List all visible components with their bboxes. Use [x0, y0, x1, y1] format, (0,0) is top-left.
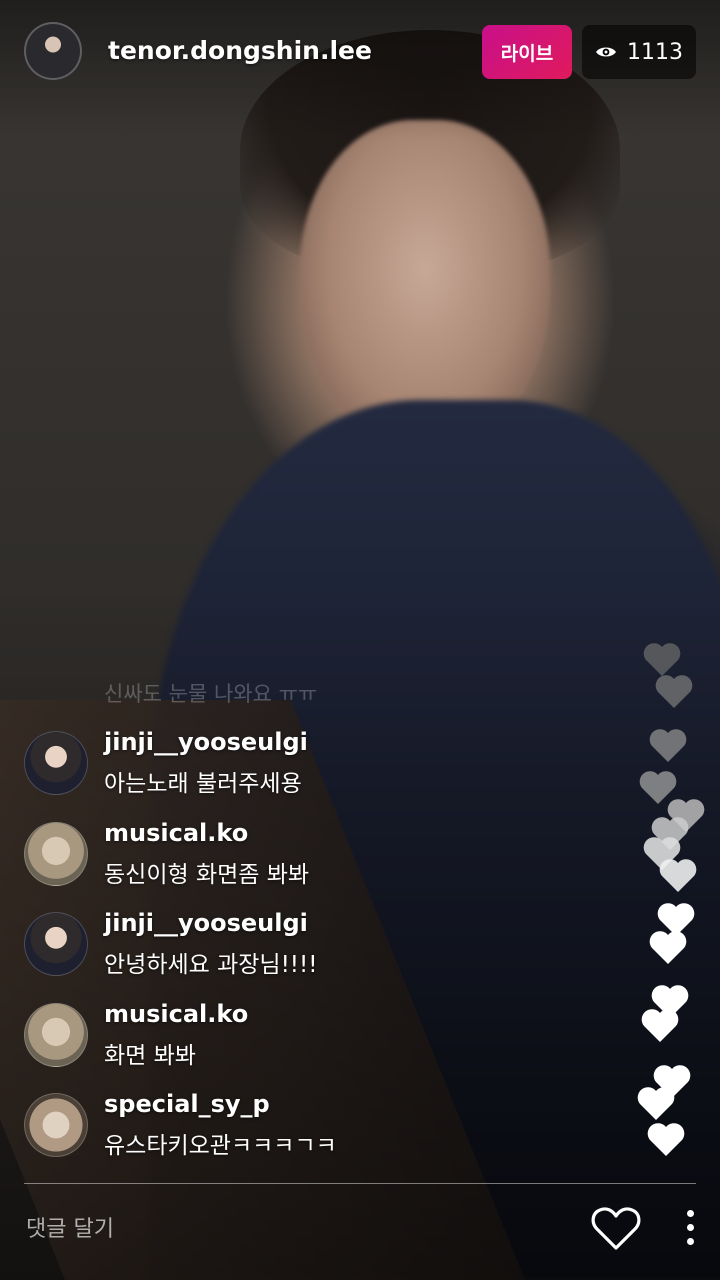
live-badge: 라이브: [482, 25, 572, 79]
viewer-count: 1113: [627, 39, 683, 65]
commenter-avatar[interactable]: [24, 1093, 88, 1157]
comment-username[interactable]: musical.ko: [104, 819, 248, 847]
heart-icon: [637, 1087, 675, 1120]
heart-icon: [641, 1009, 679, 1042]
heart-icon: [659, 859, 697, 892]
viewer-count-badge[interactable]: 1113: [582, 25, 696, 79]
heart-icon: [647, 1123, 685, 1156]
comment-username[interactable]: jinji__yooseulgi: [104, 728, 308, 756]
live-header: tenor.dongshin.lee 라이브 1113: [0, 0, 720, 110]
heart-icon: [655, 675, 693, 708]
comment-text: 안녕하세요 과장님!!!!: [104, 952, 318, 978]
commenter-avatar[interactable]: [24, 1002, 88, 1067]
more-dot: [687, 1224, 694, 1231]
eye-icon: [596, 47, 616, 57]
heart-icon: [649, 729, 687, 762]
comment-item: special_sy_p 유스타키오관ㅋㅋㅋㄱㅋ: [24, 1090, 444, 1181]
commenter-avatar[interactable]: [24, 731, 88, 795]
commenter-avatar[interactable]: [24, 912, 88, 976]
comment-username[interactable]: jinji__yooseulgi: [104, 909, 308, 937]
comment-username[interactable]: musical.ko: [104, 1000, 248, 1028]
more-dot: [687, 1238, 694, 1245]
comment-item: jinji__yooseulgi 아는노래 불러주세용: [24, 728, 444, 819]
bottom-divider: [24, 1183, 696, 1184]
comment-input[interactable]: [24, 1200, 528, 1258]
commenter-avatar[interactable]: [24, 821, 88, 886]
heart-icon: [649, 931, 687, 964]
heart-icon: [643, 643, 681, 676]
comment-text: 동신이형 화면좀 봐봐: [104, 861, 310, 888]
comment-text: 화면 봐봐: [104, 1042, 196, 1069]
comment-feed: jinji__yooseulgi 아는노래 불러주세용 musical.ko 동…: [24, 728, 444, 1181]
more-vertical-icon[interactable]: [678, 1206, 704, 1250]
host-username[interactable]: tenor.dongshin.lee: [108, 36, 372, 65]
comment-username[interactable]: special_sy_p: [104, 1090, 270, 1118]
heart-outline-icon[interactable]: [590, 1204, 642, 1252]
more-dot: [687, 1210, 694, 1217]
comment-text: 유스타키오관ㅋㅋㅋㄱㅋ: [104, 1133, 337, 1159]
comment-item: musical.ko 화면 봐봐: [24, 1000, 444, 1091]
comment-item: jinji__yooseulgi 안녕하세요 과장님!!!!: [24, 909, 444, 1000]
floating-hearts: [620, 630, 720, 1190]
host-avatar[interactable]: [24, 22, 82, 80]
faded-older-comment: 신싸도 눈물 나와요 ㅠㅠ: [104, 682, 318, 706]
comment-text: 아는노래 불러주세용: [104, 771, 302, 797]
comment-item: musical.ko 동신이형 화면좀 봐봐: [24, 819, 444, 910]
